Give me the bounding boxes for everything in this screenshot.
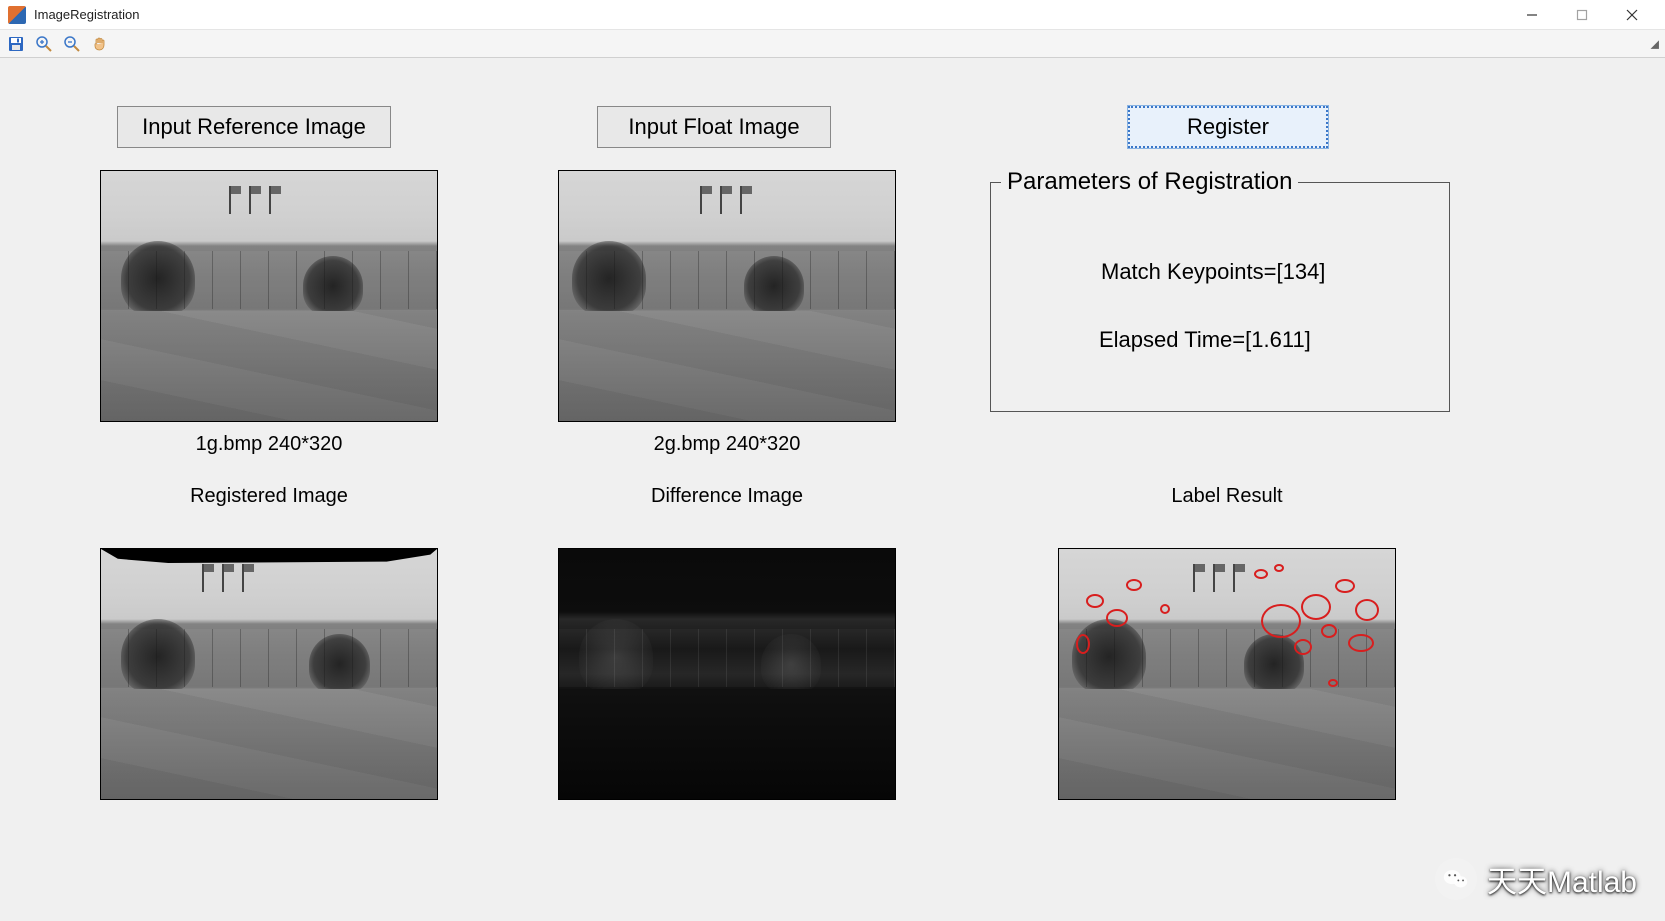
maximize-button[interactable] bbox=[1557, 0, 1607, 30]
window-titlebar: ImageRegistration bbox=[0, 0, 1665, 30]
watermark: 天天Matlab bbox=[1435, 857, 1637, 901]
parameters-panel: Parameters of Registration Match Keypoin… bbox=[990, 182, 1450, 412]
input-reference-button[interactable]: Input Reference Image bbox=[117, 106, 391, 148]
register-button[interactable]: Register bbox=[1128, 106, 1328, 148]
close-button[interactable] bbox=[1607, 0, 1657, 30]
label-result-label: Label Result bbox=[1058, 485, 1396, 508]
reference-image-panel[interactable] bbox=[100, 170, 438, 422]
difference-image-label: Difference Image bbox=[558, 485, 896, 508]
toolbar: ◢ bbox=[0, 30, 1665, 58]
registered-image-panel[interactable] bbox=[100, 548, 438, 800]
pan-hand-icon[interactable] bbox=[88, 32, 112, 56]
float-image-panel[interactable] bbox=[558, 170, 896, 422]
zoom-in-icon[interactable] bbox=[32, 32, 56, 56]
elapsed-time-row: Elapsed Time=[1.611] bbox=[1099, 327, 1311, 353]
toolbar-overflow-icon[interactable]: ◢ bbox=[1651, 37, 1659, 50]
match-keypoints-label: Match Keypoints= bbox=[1101, 259, 1276, 284]
match-keypoints-row: Match Keypoints=[134] bbox=[1101, 259, 1325, 285]
wechat-icon bbox=[1435, 858, 1477, 900]
save-icon[interactable] bbox=[4, 32, 28, 56]
match-keypoints-value: [134] bbox=[1276, 259, 1325, 284]
window-controls bbox=[1507, 0, 1657, 30]
elapsed-time-label: Elapsed Time= bbox=[1099, 327, 1245, 352]
window-title: ImageRegistration bbox=[34, 7, 1507, 22]
zoom-out-icon[interactable] bbox=[60, 32, 84, 56]
watermark-text: 天天Matlab bbox=[1487, 857, 1637, 901]
app-icon bbox=[8, 6, 26, 24]
label-result-image-panel[interactable] bbox=[1058, 548, 1396, 800]
minimize-button[interactable] bbox=[1507, 0, 1557, 30]
reference-image-caption: 1g.bmp 240*320 bbox=[100, 433, 438, 456]
input-float-button[interactable]: Input Float Image bbox=[597, 106, 831, 148]
difference-image-panel[interactable] bbox=[558, 548, 896, 800]
registered-image-label: Registered Image bbox=[100, 485, 438, 508]
elapsed-time-value: [1.611] bbox=[1245, 327, 1311, 352]
parameters-legend: Parameters of Registration bbox=[1001, 168, 1298, 196]
float-image-caption: 2g.bmp 240*320 bbox=[558, 433, 896, 456]
content-area: Input Reference Image Input Float Image … bbox=[0, 58, 1665, 921]
